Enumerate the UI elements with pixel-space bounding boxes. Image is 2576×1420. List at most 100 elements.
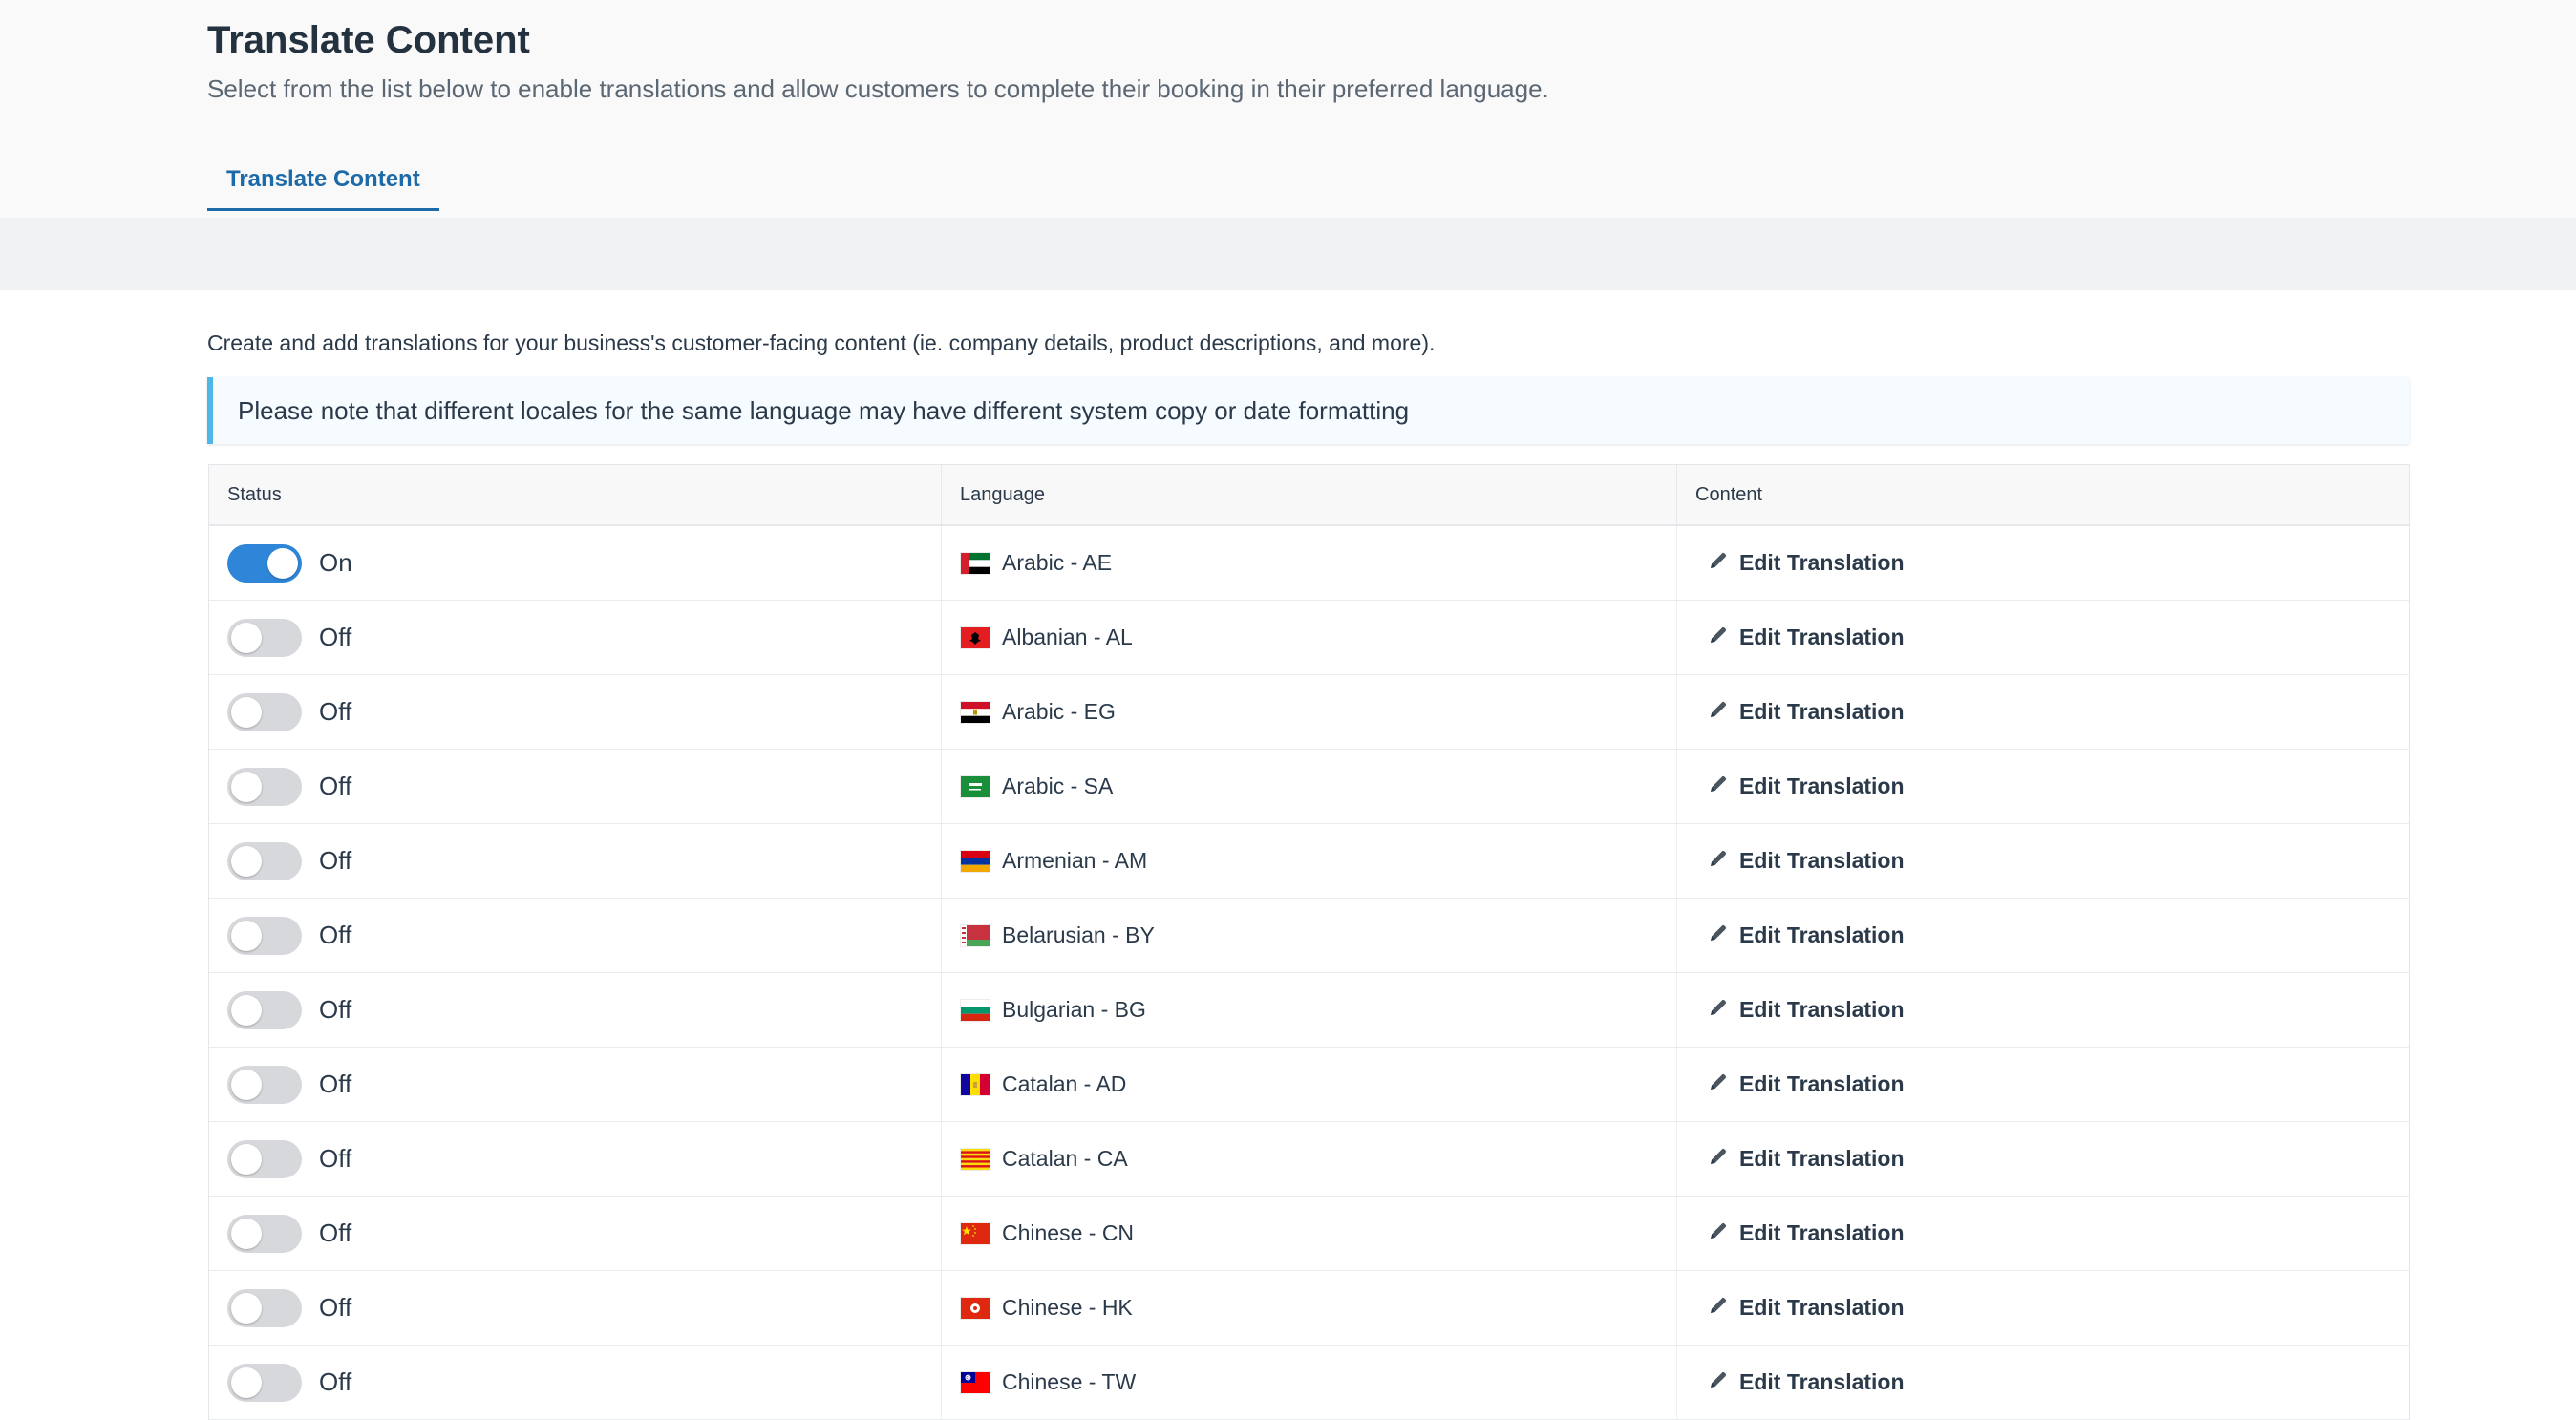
toggle-knob — [231, 1218, 262, 1249]
edit-translation-button[interactable]: Edit Translation — [1707, 549, 1905, 577]
status-cell: Off — [209, 973, 942, 1047]
pencil-icon — [1707, 773, 1730, 800]
status-toggle[interactable] — [227, 543, 302, 583]
language-cell: Chinese - HK — [942, 1271, 1677, 1345]
status-toggle[interactable] — [227, 1139, 302, 1178]
edit-translation-button[interactable]: Edit Translation — [1707, 1219, 1905, 1247]
status-toggle[interactable] — [227, 692, 302, 731]
page-header: Translate Content Select from the list b… — [0, 0, 2576, 218]
table-header: Status Language Content — [209, 465, 2409, 526]
language-cell: Catalan - CA — [942, 1122, 1677, 1196]
status-cell: Off — [209, 601, 942, 674]
language-label: Chinese - HK — [1002, 1295, 1133, 1320]
status-cell: Off — [209, 1346, 942, 1419]
edit-translation-button[interactable]: Edit Translation — [1707, 1294, 1905, 1322]
hk-flag-icon — [961, 1297, 990, 1319]
table-row: Off Armenian - AM Edit Translation — [209, 824, 2409, 899]
language-cell: Bulgarian - BG — [942, 973, 1677, 1047]
content-cell: Edit Translation — [1677, 973, 2409, 1047]
page-subtitle: Select from the list below to enable tra… — [207, 74, 1549, 103]
edit-translation-label: Edit Translation — [1739, 550, 1905, 575]
language-label: Albanian - AL — [1002, 625, 1133, 649]
ca-flag-icon — [961, 1148, 990, 1170]
status-toggle[interactable] — [227, 1214, 302, 1253]
status-toggle[interactable] — [227, 618, 302, 657]
status-toggle[interactable] — [227, 841, 302, 880]
edit-translation-label: Edit Translation — [1739, 625, 1905, 649]
language-cell: Armenian - AM — [942, 824, 1677, 898]
ad-flag-icon — [961, 1073, 990, 1095]
status-toggle[interactable] — [227, 1288, 302, 1327]
pencil-icon — [1707, 624, 1730, 651]
content-cell: Edit Translation — [1677, 675, 2409, 749]
table-row: Off Catalan - CA Edit Translation — [209, 1122, 2409, 1197]
status-toggle[interactable] — [227, 916, 302, 955]
tab-translate-content[interactable]: Translate Content — [207, 160, 439, 211]
edit-translation-button[interactable]: Edit Translation — [1707, 698, 1905, 726]
edit-translation-label: Edit Translation — [1739, 1146, 1905, 1171]
status-label: Off — [319, 1367, 352, 1396]
edit-translation-button[interactable]: Edit Translation — [1707, 624, 1905, 651]
language-label: Chinese - CN — [1002, 1220, 1135, 1245]
status-label: Off — [319, 697, 352, 726]
info-note: Please note that different locales for t… — [207, 377, 2409, 444]
language-label: Arabic - EG — [1002, 699, 1116, 724]
edit-translation-label: Edit Translation — [1739, 922, 1905, 947]
table-row: Off Albanian - AL Edit Translation — [209, 601, 2409, 675]
edit-translation-label: Edit Translation — [1739, 1295, 1905, 1320]
pencil-icon — [1707, 549, 1730, 577]
table-body: On Arabic - AE Edit Translation Off Albanian… — [209, 526, 2409, 1420]
status-cell: Off — [209, 1122, 942, 1196]
pencil-icon — [1707, 996, 1730, 1024]
column-header-content: Content — [1695, 483, 1763, 505]
toggle-knob — [231, 696, 262, 728]
tab-bar: Translate Content — [207, 160, 439, 211]
status-cell: Off — [209, 1048, 942, 1121]
language-cell: Catalan - AD — [942, 1048, 1677, 1121]
language-cell: Belarusian - BY — [942, 899, 1677, 972]
table-row: Off Chinese - CN Edit Translation — [209, 1197, 2409, 1271]
edit-translation-button[interactable]: Edit Translation — [1707, 1145, 1905, 1173]
status-label: Off — [319, 1070, 352, 1098]
page-title: Translate Content — [207, 19, 530, 61]
status-toggle[interactable] — [227, 1065, 302, 1104]
language-label: Belarusian - BY — [1002, 922, 1155, 947]
status-label: Off — [319, 995, 352, 1024]
edit-translation-label: Edit Translation — [1739, 848, 1905, 873]
status-label: Off — [319, 1144, 352, 1173]
status-toggle[interactable] — [227, 1363, 302, 1402]
status-label: Off — [319, 846, 352, 875]
edit-translation-button[interactable]: Edit Translation — [1707, 1070, 1905, 1098]
pencil-icon — [1707, 1070, 1730, 1098]
content-cell: Edit Translation — [1677, 526, 2409, 600]
edit-translation-label: Edit Translation — [1739, 699, 1905, 724]
status-label: Off — [319, 772, 352, 800]
table-row: Off Arabic - SA Edit Translation — [209, 750, 2409, 824]
ae-flag-icon — [961, 552, 990, 574]
status-toggle[interactable] — [227, 990, 302, 1029]
status-label: Off — [319, 921, 352, 949]
table-row: Off Bulgarian - BG Edit Translation — [209, 973, 2409, 1048]
content-cell: Edit Translation — [1677, 601, 2409, 674]
toggle-knob — [231, 994, 262, 1026]
status-toggle[interactable] — [227, 767, 302, 806]
language-cell: Chinese - TW — [942, 1346, 1677, 1419]
edit-translation-label: Edit Translation — [1739, 1369, 1905, 1394]
edit-translation-button[interactable]: Edit Translation — [1707, 922, 1905, 949]
edit-translation-button[interactable]: Edit Translation — [1707, 773, 1905, 800]
edit-translation-button[interactable]: Edit Translation — [1707, 847, 1905, 875]
intro-text: Create and add translations for your bus… — [207, 330, 1436, 355]
edit-translation-label: Edit Translation — [1739, 1071, 1905, 1096]
by-flag-icon — [961, 924, 990, 946]
toggle-knob — [231, 1292, 262, 1324]
language-cell: Albanian - AL — [942, 601, 1677, 674]
status-cell: Off — [209, 750, 942, 823]
language-cell: Arabic - AE — [942, 526, 1677, 600]
table-row: Off Arabic - EG Edit Translation — [209, 675, 2409, 750]
edit-translation-button[interactable]: Edit Translation — [1707, 1368, 1905, 1396]
edit-translation-label: Edit Translation — [1739, 1220, 1905, 1245]
status-label: On — [319, 548, 352, 577]
cn-flag-icon — [961, 1222, 990, 1244]
edit-translation-button[interactable]: Edit Translation — [1707, 996, 1905, 1024]
pencil-icon — [1707, 922, 1730, 949]
